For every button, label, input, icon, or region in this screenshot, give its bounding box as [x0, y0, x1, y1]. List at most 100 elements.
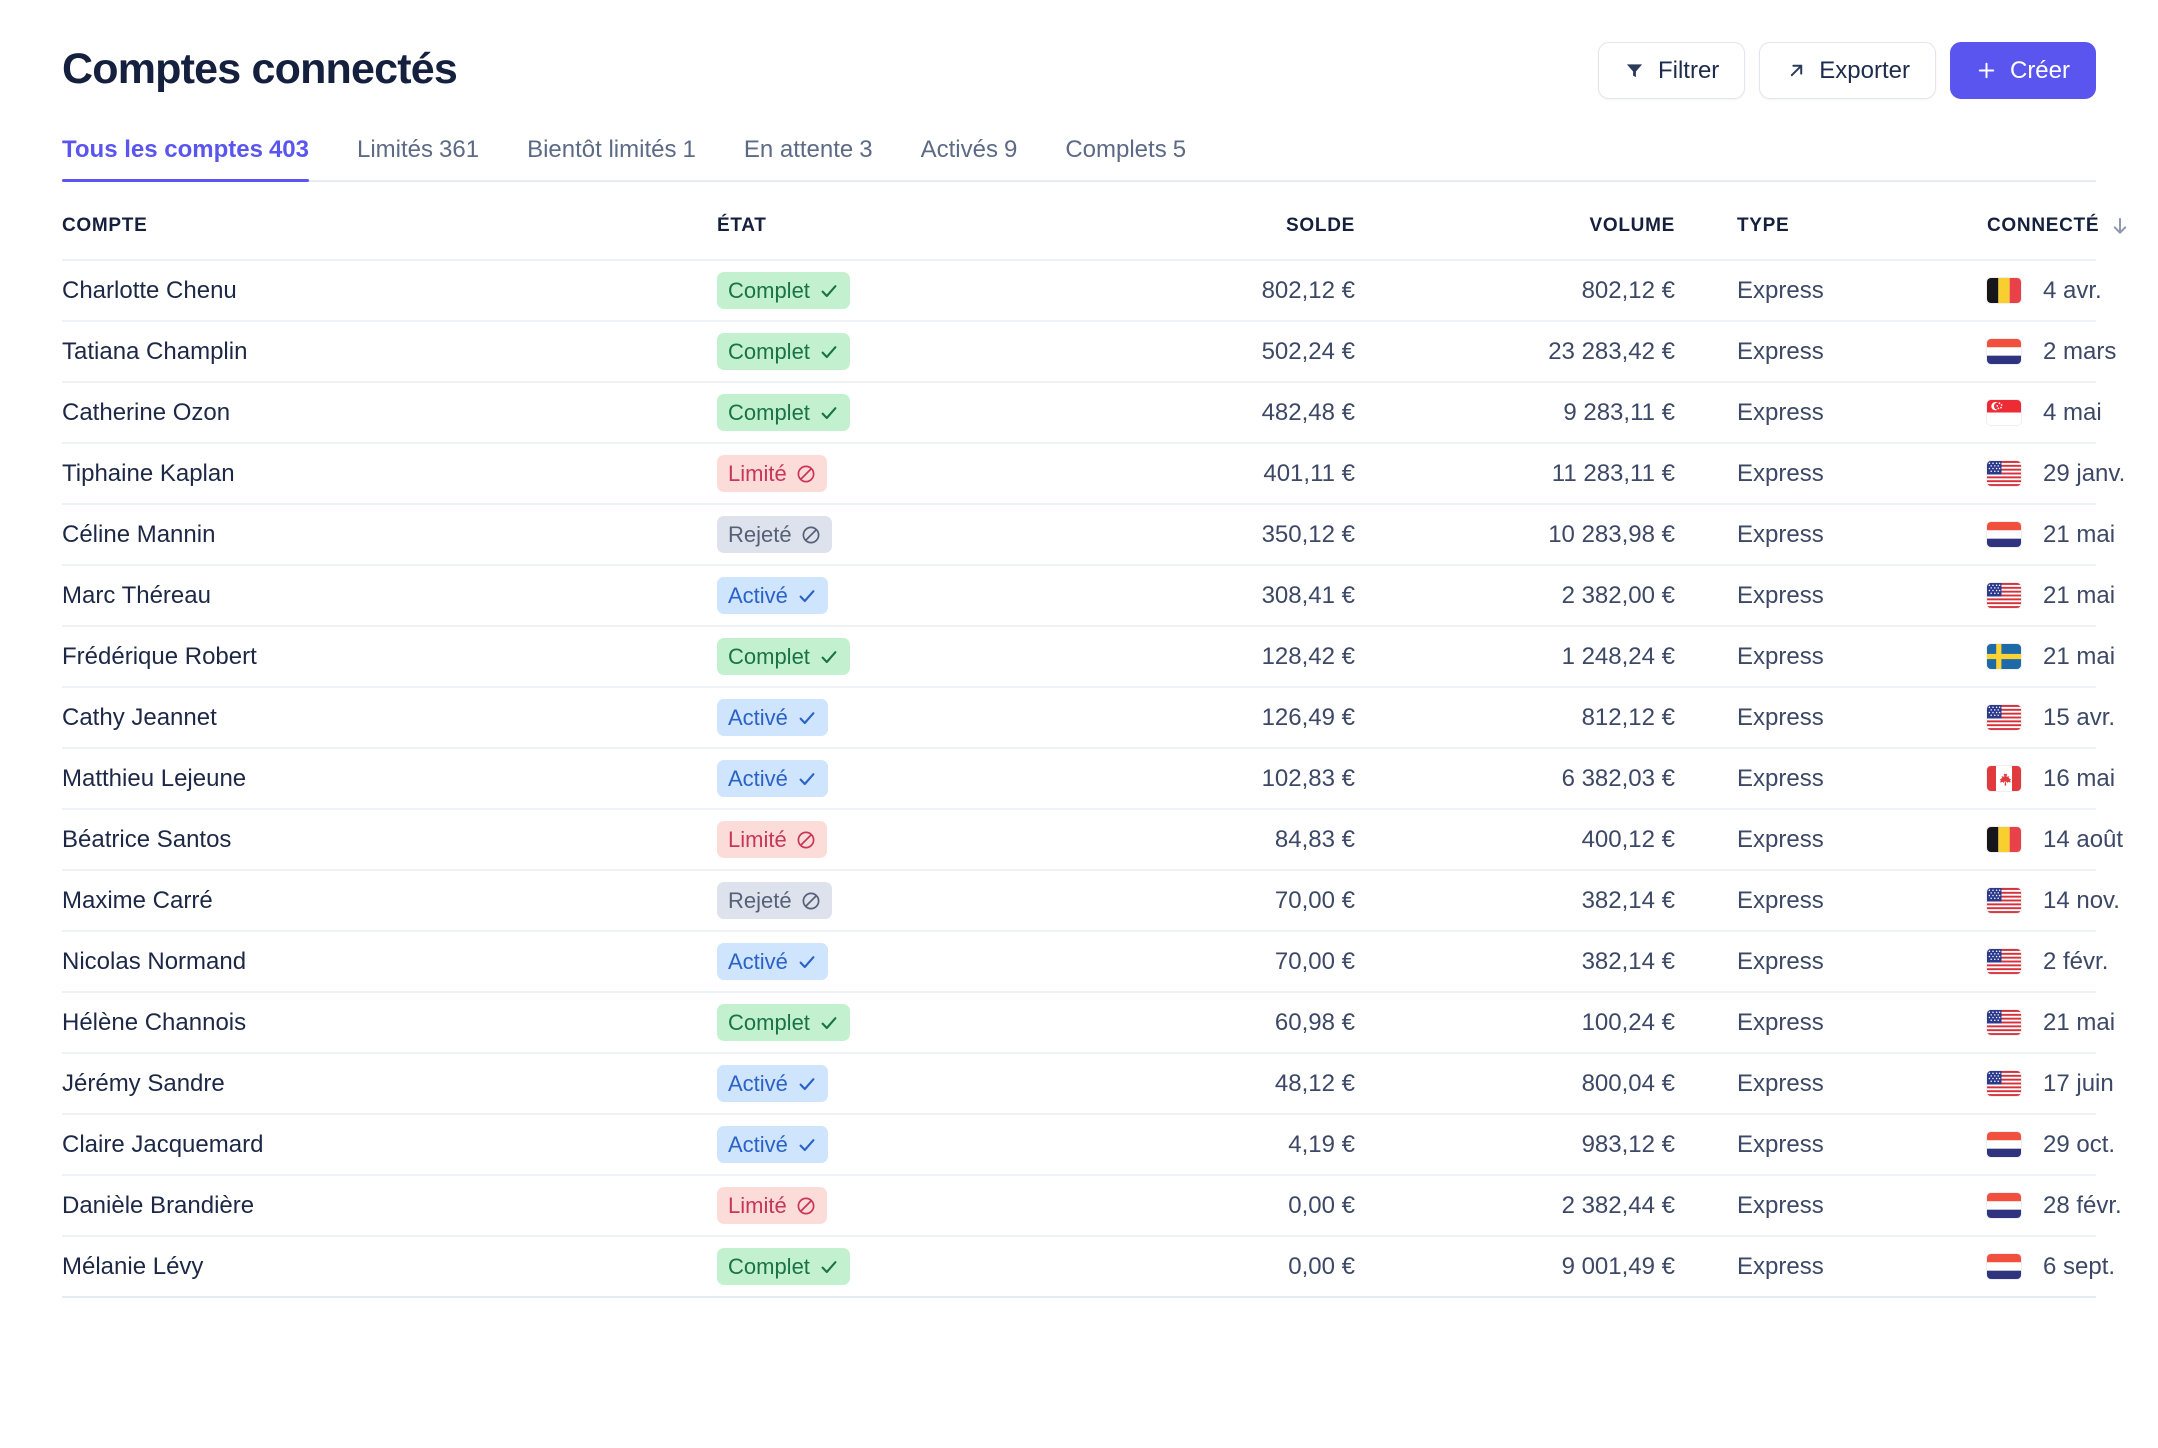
cell-type: Express	[1707, 504, 1987, 566]
connected-date: 21 mai	[2043, 581, 2116, 609]
table-row[interactable]: Frédérique Robert Complet 128,42 €1 248,24…	[62, 626, 2115, 688]
table-row[interactable]: Mélanie Lévy Complet 0,00 €9 001,49 € Expre…	[62, 1236, 2115, 1298]
table-row[interactable]: Catherine Ozon Complet 482,48 €9 283,11 € E…	[62, 382, 2102, 444]
column-header-type[interactable]: TYPE	[1707, 182, 1987, 261]
table-row[interactable]: Cathy Jeannet Activé 126,49 €812,12 € Expre…	[62, 687, 2115, 749]
table-row[interactable]: Nicolas Normand Activé 70,00 €382,14 € Expr…	[62, 931, 2108, 993]
cell-status: Complet	[717, 260, 1077, 322]
export-button[interactable]: Exporter	[1759, 42, 1936, 99]
cell-type: Express	[1707, 931, 1987, 993]
cell-connected: 2 févr.	[1987, 931, 2108, 993]
cell-account-name: Jérémy Sandre	[62, 1053, 717, 1115]
column-header-etat[interactable]: ÉTAT	[717, 182, 1077, 261]
cell-account-name: Maxime Carré	[62, 870, 717, 932]
cell-balance: 0,00 €	[1077, 1175, 1387, 1237]
table-row[interactable]: Marc Théreau Activé 308,41 €2 382,00 € Expr…	[62, 565, 2115, 627]
tab-actives[interactable]: Activés 9	[921, 136, 1018, 180]
connected-date: 17 juin	[2043, 1069, 2114, 1097]
table-row[interactable]: Charlotte Chenu Complet 802,12 €802,12 € Ex…	[62, 260, 2102, 322]
cell-connected: 4 avr.	[1987, 260, 2102, 322]
cell-status: Complet	[717, 626, 1077, 688]
table-row[interactable]: Céline Mannin Rejeté 350,12 €10 283,98 € Ex…	[62, 504, 2115, 566]
cell-connected: 21 mai	[1987, 504, 2115, 566]
cell-type: Express	[1707, 565, 1987, 627]
status-badge: Complet	[717, 333, 850, 370]
tab-complets[interactable]: Complets 5	[1065, 136, 1186, 180]
flag-us-icon	[1987, 461, 2021, 486]
cell-type: Express	[1707, 260, 1987, 322]
tab-en-attente[interactable]: En attente 3	[744, 136, 873, 180]
table-row[interactable]: Jérémy Sandre Activé 48,12 €800,04 € Expres…	[62, 1053, 2114, 1115]
table-row[interactable]: Hélène Channois Complet 60,98 €100,24 € Exp…	[62, 992, 2115, 1054]
column-header-connecte-label: CONNECTÉ	[1987, 215, 2100, 236]
cell-account-name: Béatrice Santos	[62, 809, 717, 871]
cell-type: Express	[1707, 1236, 1987, 1298]
status-badge-label: Limité	[728, 826, 787, 852]
status-badge: Activé	[717, 760, 828, 797]
tab-count: 3	[859, 136, 873, 163]
status-badge-label: Complet	[728, 277, 810, 303]
cell-connected: 29 janv.	[1987, 443, 2125, 505]
cell-volume: 100,24 €	[1387, 992, 1707, 1054]
cell-balance: 60,98 €	[1077, 992, 1387, 1054]
status-badge: Limité	[717, 455, 827, 492]
tab-label: Tous les comptes	[62, 136, 263, 163]
cell-balance: 0,00 €	[1077, 1236, 1387, 1298]
status-badge: Limité	[717, 1187, 827, 1224]
column-header-compte[interactable]: COMPTE	[62, 182, 717, 261]
cell-account-name: Catherine Ozon	[62, 382, 717, 444]
flag-nl-icon	[1987, 339, 2021, 364]
flag-ca-icon	[1987, 766, 2021, 791]
check-icon	[819, 647, 839, 667]
tab-count: 9	[1003, 136, 1018, 163]
tab-label: Bientôt limités	[527, 136, 677, 163]
check-icon	[819, 1013, 839, 1033]
tab-limites[interactable]: Limités 361	[357, 136, 479, 180]
cell-connected: 4 mai	[1987, 382, 2102, 444]
filter-button[interactable]: Filtrer	[1597, 42, 1746, 99]
create-button[interactable]: Créer	[1949, 42, 2096, 99]
table-row[interactable]: Tiphaine Kaplan Limité 401,11 €11 283,11 €…	[62, 443, 2125, 505]
table-row[interactable]: Maxime Carré Rejeté 70,00 €382,14 € Express…	[62, 870, 2120, 932]
table-row[interactable]: Tatiana Champlin Complet 502,24 €23 283,42…	[62, 321, 2116, 383]
page-container: Comptes connectés Filtrer Exporter Créer…	[0, 0, 2158, 1298]
connected-date: 21 mai	[2043, 520, 2116, 548]
table-row[interactable]: Béatrice Santos Limité 84,83 €400,12 € Expr…	[62, 809, 2123, 871]
table-header: COMPTE ÉTAT SOLDE VOLUME TYPE CONNECTÉ	[62, 182, 2127, 261]
status-badge: Complet	[717, 272, 850, 309]
tab-count: 361	[439, 136, 480, 163]
column-header-solde[interactable]: SOLDE	[1077, 182, 1387, 261]
cell-balance: 4,19 €	[1077, 1114, 1387, 1176]
cell-type: Express	[1707, 1053, 1987, 1115]
cell-volume: 800,04 €	[1387, 1053, 1707, 1115]
cell-status: Limité	[717, 809, 1077, 871]
table-row[interactable]: Matthieu Lejeune Activé 102,83 €6 382,03 €…	[62, 748, 2115, 810]
cell-type: Express	[1707, 626, 1987, 688]
cell-status: Limité	[717, 1175, 1077, 1237]
cell-volume: 9 001,49 €	[1387, 1236, 1707, 1298]
cell-status: Complet	[717, 321, 1077, 383]
cell-connected: 29 oct.	[1987, 1114, 2115, 1176]
check-icon	[797, 1135, 817, 1155]
flag-nl-icon	[1987, 1254, 2021, 1279]
status-badge-label: Activé	[728, 1131, 788, 1157]
cell-type: Express	[1707, 809, 1987, 871]
flag-us-icon	[1987, 949, 2021, 974]
cell-connected: 14 août	[1987, 809, 2123, 871]
flag-us-icon	[1987, 1010, 2021, 1035]
tab-bientot-limites[interactable]: Bientôt limités 1	[527, 136, 696, 180]
cell-account-name: Claire Jacquemard	[62, 1114, 717, 1176]
cell-connected: 21 mai	[1987, 565, 2115, 627]
cell-account-name: Marc Théreau	[62, 565, 717, 627]
cell-account-name: Mélanie Lévy	[62, 1236, 717, 1298]
flag-us-icon	[1987, 1071, 2021, 1096]
check-icon	[797, 1074, 817, 1094]
cell-type: Express	[1707, 443, 1987, 505]
column-header-connecte[interactable]: CONNECTÉ	[1987, 182, 2127, 261]
column-header-volume[interactable]: VOLUME	[1387, 182, 1707, 261]
status-badge-label: Activé	[728, 948, 788, 974]
table-row[interactable]: Danièle Brandière Limité 0,00 €2 382,44 € E…	[62, 1175, 2122, 1237]
tab-tous-les-comptes[interactable]: Tous les comptes 403	[62, 136, 309, 182]
table-row[interactable]: Claire Jacquemard Activé 4,19 €983,12 € Exp…	[62, 1114, 2115, 1176]
status-badge: Activé	[717, 1126, 828, 1163]
